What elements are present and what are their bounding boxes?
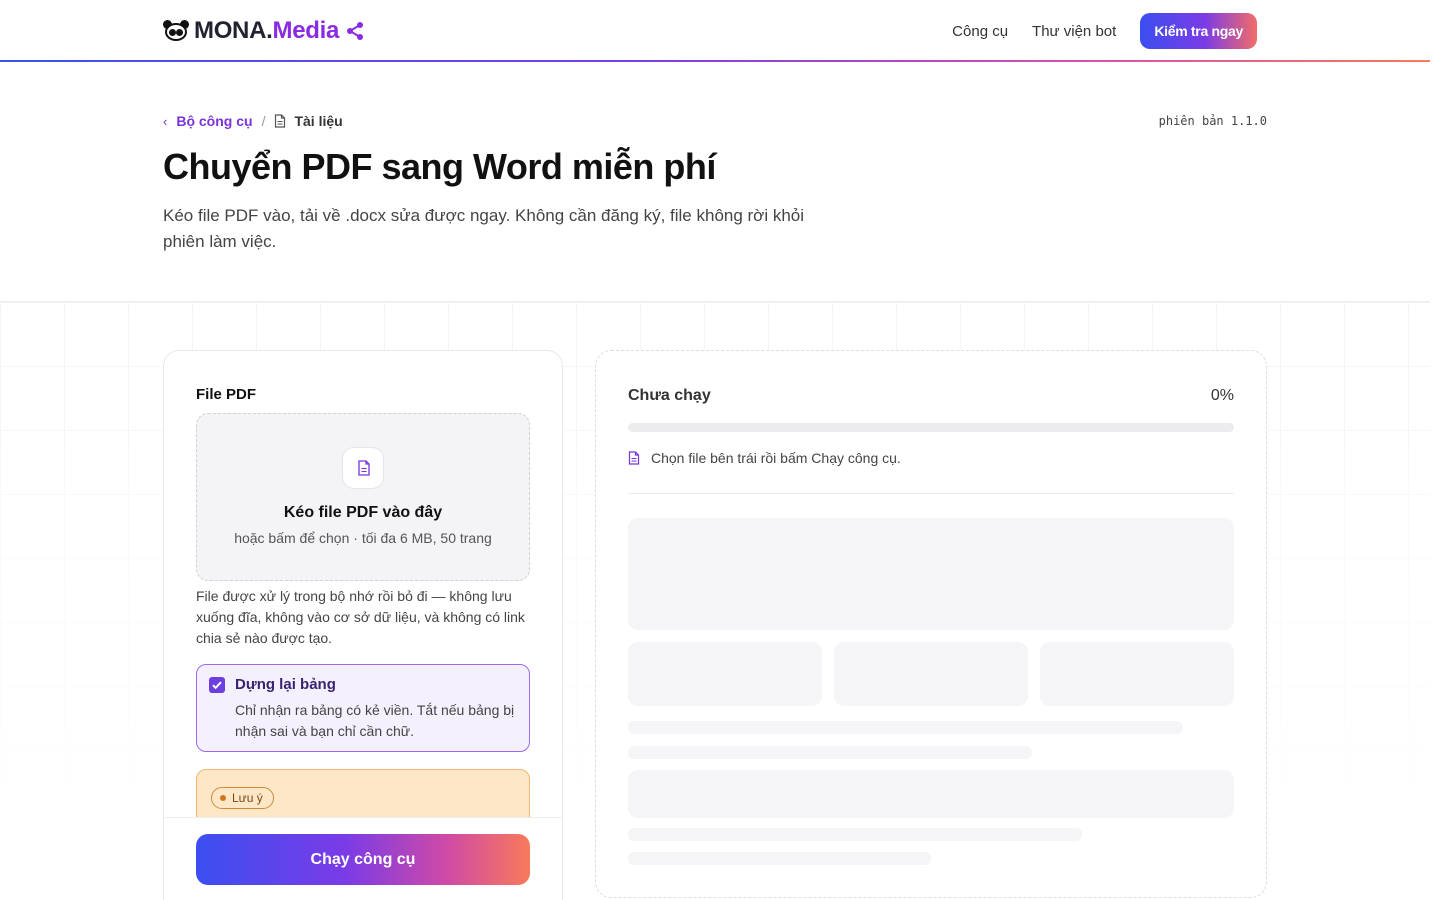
run-status: Chưa chạy bbox=[628, 387, 711, 404]
dot-icon bbox=[220, 795, 226, 801]
document-icon bbox=[628, 451, 640, 465]
check-now-button[interactable]: Kiểm tra ngay bbox=[1140, 13, 1257, 49]
file-upload-icon bbox=[342, 447, 384, 489]
progress-bar bbox=[628, 423, 1234, 432]
skeleton-line bbox=[628, 721, 1183, 734]
skeleton-block bbox=[628, 770, 1234, 818]
main-nav: Công cụ Thư viện bot Kiểm tra ngay bbox=[952, 13, 1257, 49]
skeleton-block bbox=[628, 518, 1234, 630]
document-icon bbox=[275, 114, 286, 128]
result-hint-text: Chọn file bên trái rồi bấm Chạy công cụ. bbox=[651, 450, 901, 466]
skeleton-line bbox=[628, 746, 1032, 759]
run-tool-button[interactable]: Chạy công cụ bbox=[196, 834, 530, 885]
panda-logo-icon bbox=[163, 20, 189, 42]
nav-link-bot-library[interactable]: Thư viện bot bbox=[1032, 23, 1116, 40]
share-nodes-icon bbox=[347, 22, 364, 40]
result-hint: Chọn file bên trái rồi bấm Chạy công cụ. bbox=[628, 450, 901, 466]
breadcrumb: ‹ Bộ công cụ / Tài liệu bbox=[163, 113, 343, 129]
page-subtitle: Kéo file PDF vào, tải về .docx sửa được … bbox=[163, 206, 805, 251]
input-panel: File PDF Kéo file PDF vào đây hoặc bấm đ… bbox=[163, 350, 563, 900]
page-title: Chuyển PDF sang Word miễn phí bbox=[163, 146, 716, 187]
rebuild-tables-checkbox[interactable] bbox=[209, 677, 225, 693]
result-panel: Chưa chạy 0% Chọn file bên trái rồi bấm … bbox=[595, 350, 1267, 898]
notice-badge: Lưu ý bbox=[211, 787, 274, 809]
privacy-note: File được xử lý trong bộ nhớ rồi bỏ đi —… bbox=[196, 588, 525, 646]
breadcrumb-separator: / bbox=[261, 113, 266, 129]
checkmark-icon bbox=[212, 681, 222, 690]
option-description: Chỉ nhận ra bảng có kẻ viền. Tắt nếu bản… bbox=[235, 702, 515, 739]
brand-name: MONA.Media bbox=[194, 17, 340, 44]
breadcrumb-current: Tài liệu bbox=[294, 113, 343, 129]
breadcrumb-link-tools[interactable]: Bộ công cụ bbox=[176, 113, 252, 129]
skeleton-card bbox=[834, 642, 1028, 706]
skeleton-card bbox=[1040, 642, 1234, 706]
chevron-left-icon[interactable]: ‹ bbox=[163, 114, 167, 129]
top-navigation-bar: MONA.Media Công cụ Thư viện bot Kiểm tra… bbox=[0, 0, 1430, 62]
nav-link-tools[interactable]: Công cụ bbox=[952, 23, 1008, 40]
dropzone-title: Kéo file PDF vào đây bbox=[283, 504, 443, 521]
rebuild-tables-option[interactable]: Dựng lại bảng Chỉ nhận ra bảng có kẻ viề… bbox=[196, 664, 530, 752]
progress-percent: 0% bbox=[1210, 387, 1234, 404]
dropzone-hint: hoặc bấm để chọn · tối đa 6 MB, 50 trang bbox=[234, 530, 492, 546]
skeleton-line bbox=[628, 852, 931, 865]
result-divider bbox=[628, 493, 1234, 494]
pdf-field-label: File PDF bbox=[196, 386, 257, 403]
brand-logo[interactable]: MONA.Media bbox=[163, 17, 365, 45]
notice-badge-label: Lưu ý bbox=[232, 791, 263, 805]
action-footer: Chạy công cụ bbox=[164, 817, 562, 900]
header-gradient-divider bbox=[0, 60, 1430, 62]
skeleton-line bbox=[628, 828, 1082, 841]
pdf-dropzone[interactable]: Kéo file PDF vào đây hoặc bấm để chọn · … bbox=[196, 413, 530, 581]
skeleton-card bbox=[628, 642, 822, 706]
version-label: phiên bản 1.1.0 bbox=[1158, 114, 1267, 128]
option-title: Dựng lại bảng bbox=[235, 676, 336, 693]
